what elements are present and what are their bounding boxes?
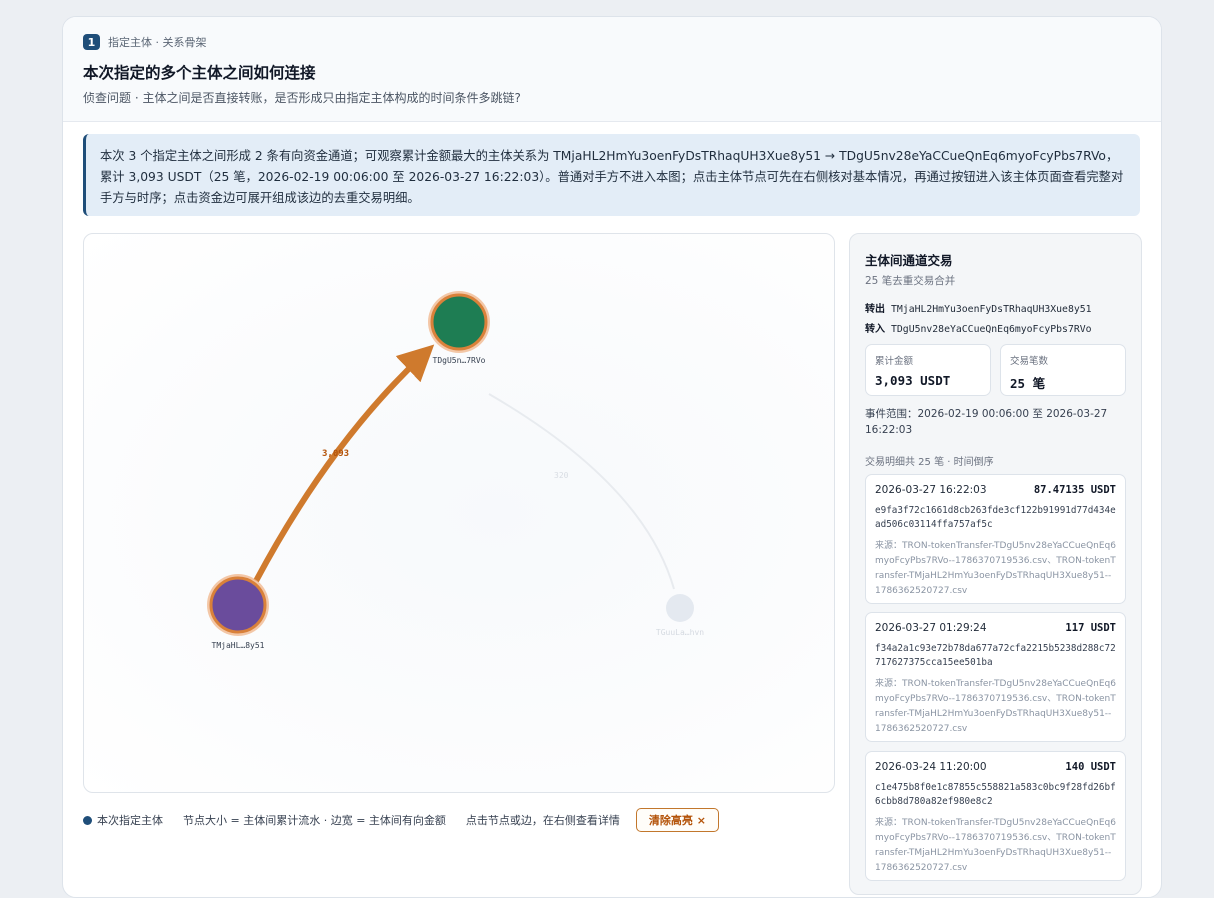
node-label-n1: TDgU5n…7RVo xyxy=(433,356,486,365)
tx-hash: e9fa3f72c1661d8cb263fde3cf122b91991d77d4… xyxy=(875,505,1116,530)
out-address: TMjaHL2HmYu3oenFyDsTRhaqUH3Xue8y51 xyxy=(891,304,1092,315)
relationship-graph[interactable]: 320 3,093 TDgU5n…7RVo TMjaHL…8y51 TGuuLa… xyxy=(83,233,835,793)
tx-time: 2026-03-24 11:20:00 xyxy=(875,761,987,773)
tx-count-stat: 交易笔数 25 笔 xyxy=(1000,344,1126,396)
section-title: 本次指定的多个主体之间如何连接 xyxy=(83,64,316,82)
panel-subtitle: 25 笔去重交易合并 xyxy=(865,275,956,287)
graph-edge-n2-n1[interactable] xyxy=(253,344,435,583)
tx-hash: c1e475b8f0e1c87855c558821a583c0bc9f28fd2… xyxy=(875,782,1116,807)
tx-amount: 117 USDT xyxy=(1065,622,1116,634)
tx-card[interactable]: 2026-03-27 16:22:03 87.47135 USDT e9fa3f… xyxy=(865,474,1126,604)
in-label: 转入 xyxy=(865,324,885,335)
tx-hash: f34a2a1c93e72b78da677a72cfa2215b5238d288… xyxy=(875,643,1116,668)
step-indicator: 1 指定主体 · 关系骨架 xyxy=(83,34,207,50)
graph-node-n3[interactable] xyxy=(666,594,694,622)
total-amount-value: 3,093 USDT xyxy=(875,373,951,388)
tx-count-value: 25 笔 xyxy=(1010,376,1046,391)
total-amount-label: 累计金额 xyxy=(875,356,914,367)
tx-source: 来源：TRON-tokenTransfer-TDgU5nv28eYaCCueQn… xyxy=(875,679,1116,734)
node-label-n3: TGuuLa…hvn xyxy=(656,628,704,637)
out-label: 转出 xyxy=(865,304,885,315)
graph-canvas[interactable]: 320 3,093 TDgU5n…7RVo TMjaHL…8y51 TGuuLa… xyxy=(84,234,834,792)
summary-notice: 本次 3 个指定主体之间形成 2 条有向资金通道；可观察累计金额最大的主体关系为… xyxy=(83,134,1140,216)
graph-node-n1[interactable] xyxy=(430,293,488,351)
designated-dot-icon xyxy=(83,815,92,825)
tx-amount: 140 USDT xyxy=(1065,761,1116,773)
detail-panel: 主体间通道交易 25 笔去重交易合并 转出 TMjaHL2HmYu3oenFyDs… xyxy=(849,233,1142,895)
total-amount-stat: 累计金额 3,093 USDT xyxy=(865,344,991,396)
node-label-n2: TMjaHL…8y51 xyxy=(212,641,265,650)
edge-label-n2-n1: 3,093 xyxy=(322,449,349,459)
in-address: TDgU5nv28eYaCCueQnEq6myoFcyPbs7RVo xyxy=(891,324,1092,335)
tx-list-header: 交易明细共 25 笔 · 时间倒序 xyxy=(865,457,994,468)
tx-time: 2026-03-27 16:22:03 xyxy=(875,484,987,496)
in-row: 转入 TDgU5nv28eYaCCueQnEq6myoFcyPbs7RVo xyxy=(865,320,1092,335)
section-card: 1 指定主体 · 关系骨架 本次指定的多个主体之间如何连接 侦查问题 · 主体之… xyxy=(62,16,1162,898)
tx-time: 2026-03-27 01:29:24 xyxy=(875,622,987,634)
legend-designated: 本次指定主体 xyxy=(97,814,163,827)
tx-card[interactable]: 2026-03-27 01:29:24 117 USDT f34a2a1c93e… xyxy=(865,612,1126,742)
edge-label-n1-n3: 320 xyxy=(554,471,569,480)
legend-size-note: 节点大小 = 主体间累计流水 · 边宽 = 主体间有向金额 xyxy=(183,814,446,827)
step-label: 指定主体 · 关系骨架 xyxy=(108,36,207,49)
tx-source: 来源：TRON-tokenTransfer-TDgU5nv28eYaCCueQn… xyxy=(875,541,1116,596)
step-number-badge: 1 xyxy=(83,34,100,50)
graph-legend: 本次指定主体 节点大小 = 主体间累计流水 · 边宽 = 主体间有向金额 点击节… xyxy=(83,807,783,833)
clear-highlight-button[interactable]: 清除高亮 × xyxy=(635,808,719,832)
tx-source: 来源：TRON-tokenTransfer-TDgU5nv28eYaCCueQn… xyxy=(875,818,1116,873)
graph-node-n2[interactable] xyxy=(209,576,267,634)
graph-edge-n1-n3[interactable] xyxy=(488,393,675,590)
section-header: 1 指定主体 · 关系骨架 本次指定的多个主体之间如何连接 侦查问题 · 主体之… xyxy=(63,17,1161,122)
out-row: 转出 TMjaHL2HmYu3oenFyDsTRhaqUH3Xue8y51 xyxy=(865,300,1092,315)
panel-title: 主体间通道交易 xyxy=(865,253,953,268)
legend-click-note: 点击节点或边，在右侧查看详情 xyxy=(465,814,620,827)
section-subtitle: 侦查问题 · 主体之间是否直接转账，是否形成只由指定主体构成的时间条件多跳链? xyxy=(83,91,521,105)
tx-card[interactable]: 2026-03-24 11:20:00 140 USDT c1e475b8f0e… xyxy=(865,751,1126,881)
tx-count-label: 交易笔数 xyxy=(1010,356,1049,367)
event-range: 事件范围：2026-02-19 00:06:00 至 2026-03-27 16… xyxy=(865,408,1108,436)
tx-amount: 87.47135 USDT xyxy=(1033,484,1116,496)
